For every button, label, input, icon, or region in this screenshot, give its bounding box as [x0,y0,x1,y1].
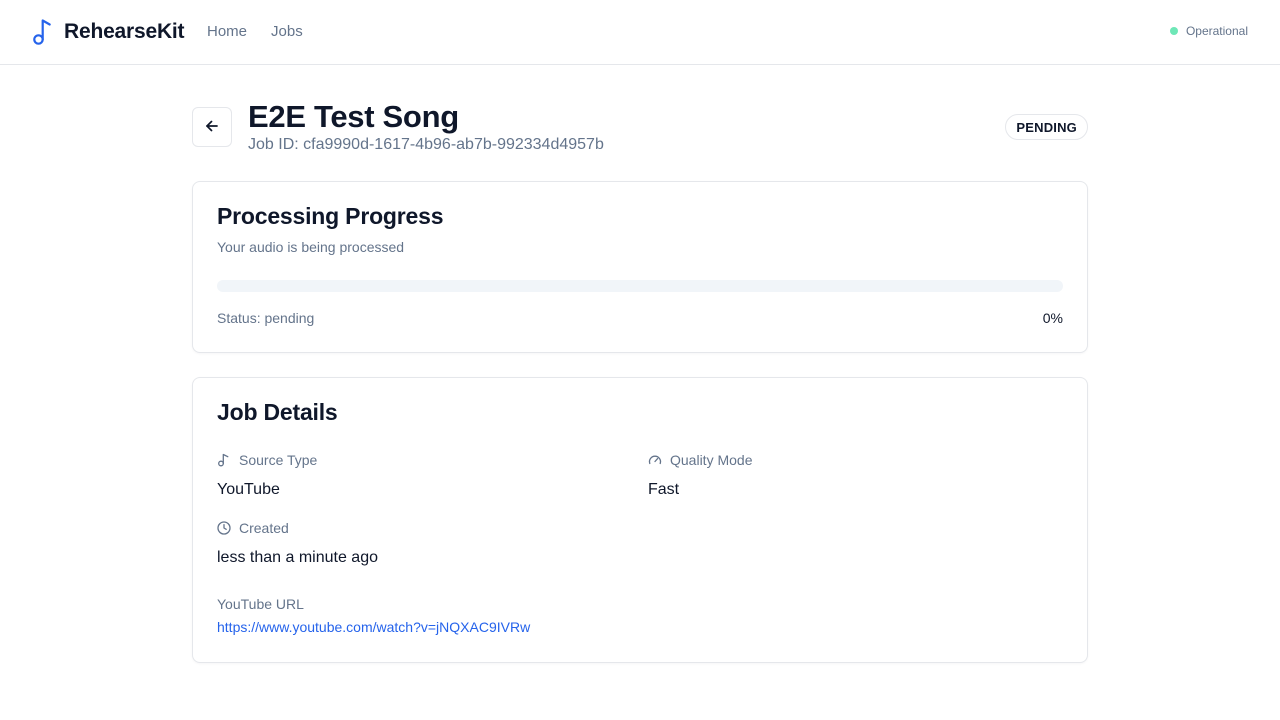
youtube-url-label: YouTube URL [217,596,304,612]
job-details-card: Job Details Source Type YouTube Quality … [192,377,1088,663]
arrow-left-icon [205,119,219,136]
quality-mode-label: Quality Mode [648,452,752,468]
page-title: E2E Test Song [248,99,459,134]
top-navbar: RehearseKit Home Jobs Operational [0,0,1280,65]
progress-bar [217,280,1063,292]
gauge-icon [648,453,662,467]
source-type-label: Source Type [217,452,317,468]
back-button[interactable] [192,107,232,147]
details-card-title: Job Details [217,399,338,425]
status-badge: PENDING [1005,114,1088,140]
page-header: E2E Test Song Job ID: cfa9990d-1617-4b96… [192,99,1088,181]
clock-icon [217,521,231,535]
youtube-url-link[interactable]: https://www.youtube.com/watch?v=jNQXAC9I… [217,619,530,635]
status-dot-icon [1169,27,1178,35]
music-note-icon [32,18,54,46]
created-value: less than a minute ago [217,549,378,566]
quality-mode-value: Fast [648,481,680,498]
source-type-value: YouTube [217,481,280,498]
progress-percent: 0% [1042,310,1063,326]
progress-card-description: Your audio is being processed [217,239,405,255]
brand-name: RehearseKit [64,20,185,43]
nav-home-link[interactable]: Home [207,23,247,40]
progress-card-title: Processing Progress [217,203,444,229]
processing-progress-card: Processing Progress Your audio is being … [192,181,1088,353]
main-nav: Home Jobs [207,23,303,40]
status-text: Operational [1185,24,1248,38]
system-status: Operational [1169,24,1248,38]
brand-link[interactable]: RehearseKit [32,18,185,46]
music-note-icon [217,453,231,467]
created-label: Created [217,520,289,536]
nav-jobs-link[interactable]: Jobs [271,23,303,40]
job-id: Job ID: cfa9990d-1617-4b96-ab7b-992334d4… [248,136,604,153]
job-detail-page: E2E Test Song Job ID: cfa9990d-1617-4b96… [192,99,1088,663]
progress-status: Status: pending [217,310,315,326]
